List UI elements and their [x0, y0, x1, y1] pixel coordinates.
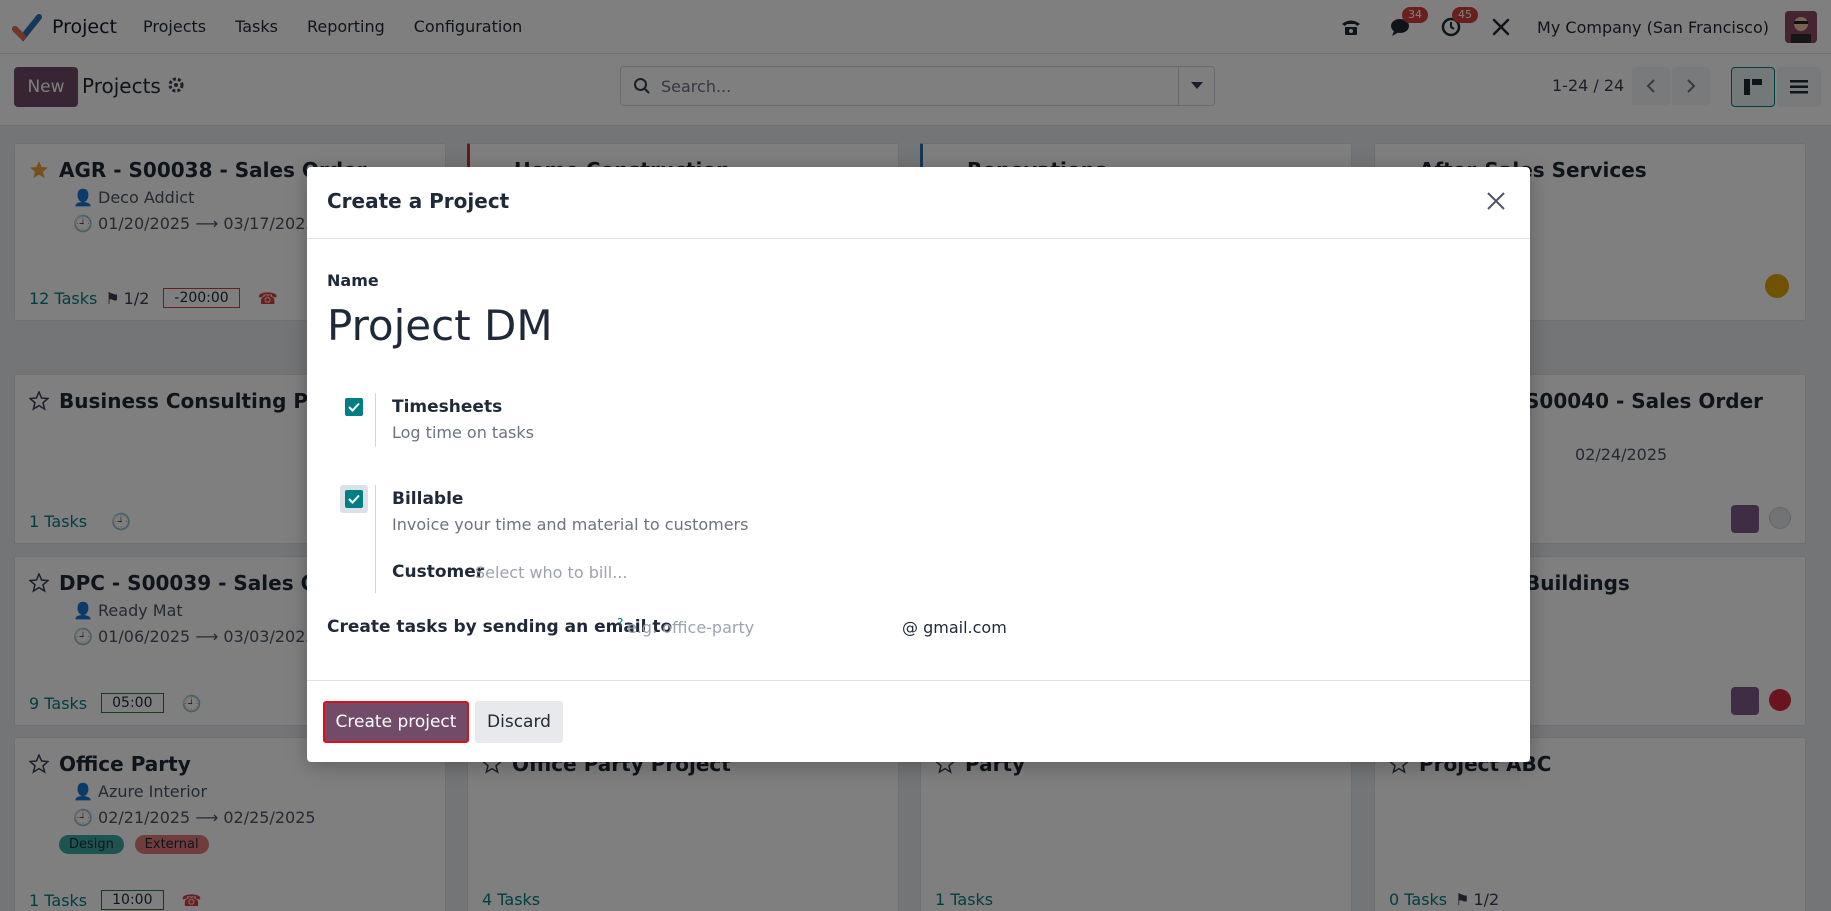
- checkmark-icon: [348, 494, 360, 504]
- timesheets-title: Timesheets: [392, 397, 503, 417]
- dialog-footer: Create project Discard: [307, 680, 1530, 762]
- divider: [375, 485, 376, 593]
- close-icon[interactable]: [1484, 189, 1508, 213]
- checkmark-icon: [348, 402, 360, 412]
- create-project-button[interactable]: Create project: [323, 701, 469, 743]
- email-alias-input[interactable]: [627, 614, 897, 640]
- project-name-input[interactable]: [327, 295, 1227, 355]
- timesheets-description: Log time on tasks: [392, 423, 534, 442]
- divider: [375, 393, 376, 447]
- create-project-dialog: Create a Project Name Timesheets Log tim…: [307, 167, 1530, 762]
- help-tooltip-icon[interactable]: ?: [617, 616, 623, 630]
- dialog-header: Create a Project: [307, 167, 1530, 239]
- customer-input[interactable]: [475, 559, 875, 585]
- email-alias-domain: @ gmail.com: [902, 618, 1007, 637]
- dialog-title: Create a Project: [327, 189, 510, 213]
- customer-label: Customer: [392, 562, 485, 582]
- name-label: Name: [327, 271, 379, 290]
- billable-title: Billable: [392, 489, 464, 509]
- discard-button[interactable]: Discard: [475, 701, 563, 743]
- billable-checkbox[interactable]: [345, 490, 363, 508]
- timesheets-checkbox[interactable]: [345, 398, 363, 416]
- billable-description: Invoice your time and material to custom…: [392, 515, 749, 534]
